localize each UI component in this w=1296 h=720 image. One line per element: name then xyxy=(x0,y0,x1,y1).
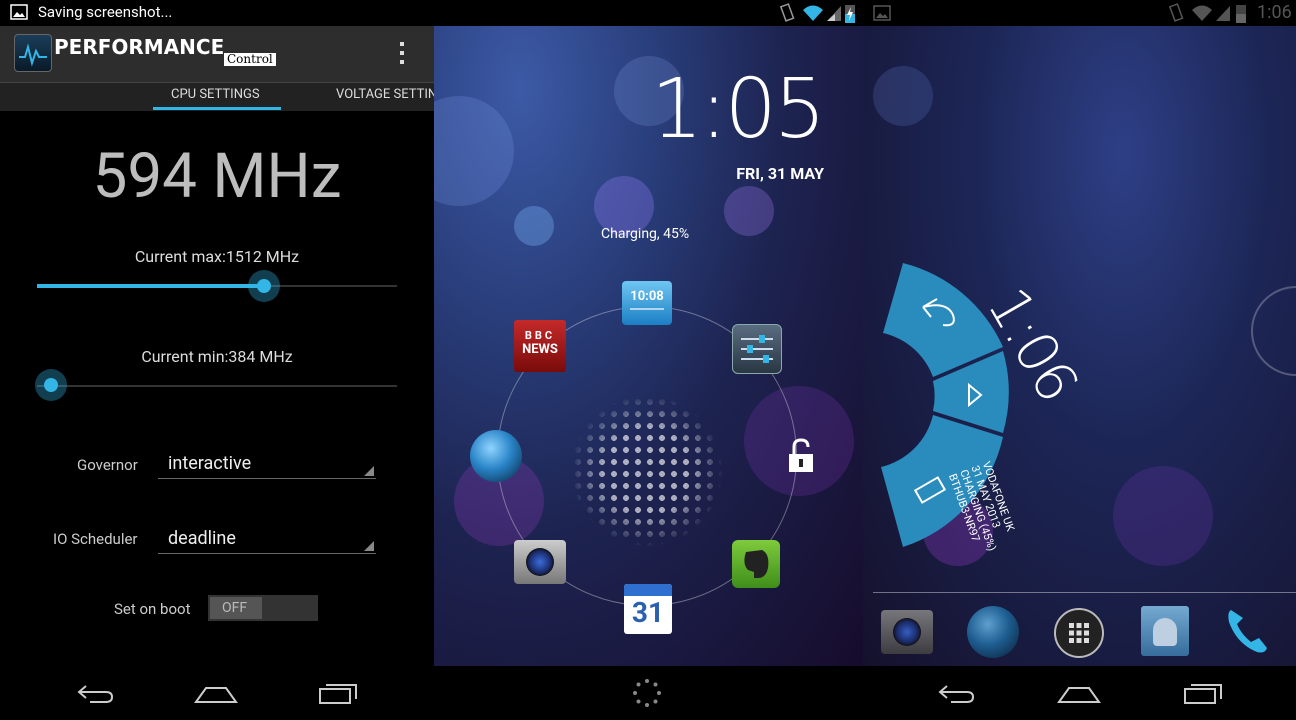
app-title: PERFORMANCE xyxy=(54,35,225,59)
back-button[interactable] xyxy=(66,676,126,710)
max-slider-fill xyxy=(37,284,264,288)
picture-icon xyxy=(873,5,891,21)
max-slider-thumb[interactable] xyxy=(247,270,280,302)
overflow-menu-icon[interactable] xyxy=(396,40,408,68)
apps-grid-icon xyxy=(1069,623,1089,643)
max-frequency-label: Current max:1512 MHz xyxy=(134,247,300,266)
status-bar xyxy=(434,0,863,26)
min-slider-thumb[interactable] xyxy=(35,369,68,401)
wallpaper-bokeh xyxy=(724,186,774,236)
camera-icon[interactable] xyxy=(514,540,566,584)
signal-icon xyxy=(1216,6,1230,21)
home-button[interactable] xyxy=(1049,676,1109,710)
dropdown-arrow-icon xyxy=(364,541,374,551)
io-scheduler-label: IO Scheduler xyxy=(53,530,138,548)
bbc-news-icon[interactable]: BBC NEWS xyxy=(514,320,566,372)
app-subtitle: Control xyxy=(224,53,276,66)
tab-active-indicator xyxy=(153,107,281,110)
governor-value: interactive xyxy=(168,453,252,474)
back-icon xyxy=(938,685,975,703)
charging-status: Charging, 45% xyxy=(601,226,690,242)
unlock-handle-dots[interactable] xyxy=(572,396,722,546)
calendar-day: 31 xyxy=(631,596,665,629)
navigation-bar xyxy=(434,666,863,720)
tab-strip: CPU SETTINGS VOLTAGE SETTIN xyxy=(0,82,434,111)
loading-spinner-icon xyxy=(633,679,661,707)
recent-apps-icon xyxy=(1184,684,1222,704)
picture-icon xyxy=(10,4,28,20)
navigation-bar xyxy=(863,666,1296,720)
lockscreen-date: FRI, 31 MAY xyxy=(736,164,824,183)
camera-lens xyxy=(893,618,921,646)
contact-avatar-icon xyxy=(1153,618,1177,646)
status-notification-text: Saving screenshot... xyxy=(38,3,173,21)
back-button[interactable] xyxy=(927,676,987,710)
performance-control-panel: Saving screenshot... PERFORMANCE Control… xyxy=(0,0,434,720)
vibrate-icon xyxy=(779,3,795,22)
tab-voltage-settings[interactable]: VOLTAGE SETTIN xyxy=(336,87,434,102)
dock-contacts-icon[interactable] xyxy=(1141,606,1189,656)
dock-divider xyxy=(873,592,1296,593)
wallpaper-bokeh xyxy=(873,66,933,126)
wifi-icon xyxy=(803,5,823,21)
vibrate-icon xyxy=(1168,3,1184,22)
wallpaper-bokeh xyxy=(514,206,554,246)
set-on-boot-toggle[interactable]: OFF xyxy=(208,595,318,621)
dropdown-arrow-icon xyxy=(364,466,374,476)
status-clock: 1:06 xyxy=(1257,2,1292,23)
clock-widget-time: 10:08 xyxy=(630,289,664,304)
dock-globe-icon[interactable] xyxy=(967,606,1019,658)
back-icon xyxy=(77,685,114,703)
clock-widget-line xyxy=(630,308,664,310)
governor-dropdown[interactable]: interactive xyxy=(158,452,376,479)
camera-lens xyxy=(526,548,554,576)
elephant-icon xyxy=(744,550,769,578)
home-icon xyxy=(1057,687,1101,703)
battery-charging-icon xyxy=(845,5,855,23)
calendar-header xyxy=(624,584,672,596)
recent-apps-button[interactable] xyxy=(1173,676,1233,710)
status-bar: Saving screenshot... xyxy=(0,0,434,26)
signal-icon xyxy=(827,6,841,21)
wifi-icon xyxy=(1192,5,1212,21)
action-bar: PERFORMANCE Control xyxy=(0,26,434,82)
home-icon xyxy=(194,687,238,703)
lockscreen-panel: 1:05 FRI, 31 MAY Charging, 45% 10:08 31 … xyxy=(434,0,863,720)
clock-icon[interactable]: 10:08 xyxy=(622,281,672,325)
status-bar: 1:06 xyxy=(863,0,1296,26)
wallpaper-bokeh xyxy=(434,96,514,206)
wallpaper-bokeh xyxy=(1113,466,1213,566)
dock-phone-icon[interactable] xyxy=(1223,604,1271,658)
news-logo-text: NEWS xyxy=(522,342,558,357)
min-frequency-label: Current min:384 MHz xyxy=(141,347,293,366)
io-scheduler-value: deadline xyxy=(168,528,236,549)
io-scheduler-dropdown[interactable]: deadline xyxy=(158,527,376,554)
apps-drawer-button[interactable] xyxy=(1054,608,1104,658)
current-frequency: 594 MHz xyxy=(92,140,342,213)
bbc-logo-text: BBC xyxy=(524,329,556,342)
lockscreen-clock: 1:05 xyxy=(650,62,826,157)
lock-icon[interactable] xyxy=(786,438,816,474)
min-slider-track[interactable] xyxy=(37,385,397,387)
sliders-icon xyxy=(741,335,773,363)
home-button[interactable] xyxy=(186,676,246,710)
recent-apps-button[interactable] xyxy=(308,676,368,710)
navigation-bar xyxy=(0,666,434,720)
launcher-panel: 1:06 1:06 VODAFONE UK 31 MAY 2013 CHARGI… xyxy=(863,0,1296,720)
app-logo-icon[interactable] xyxy=(14,34,52,72)
calendar-icon[interactable]: 31 xyxy=(624,584,672,634)
battery-charging-icon xyxy=(1236,5,1246,23)
governor-label: Governor xyxy=(77,456,138,474)
set-on-boot-label: Set on boot xyxy=(114,600,191,618)
tab-cpu-settings[interactable]: CPU SETTINGS xyxy=(171,87,260,102)
evernote-icon[interactable] xyxy=(732,540,780,588)
recent-apps-icon xyxy=(319,684,357,704)
settings-icon[interactable] xyxy=(732,324,782,374)
globe-icon[interactable] xyxy=(470,430,522,482)
toggle-off-thumb: OFF xyxy=(210,597,262,619)
dock-camera-icon[interactable] xyxy=(881,610,933,654)
